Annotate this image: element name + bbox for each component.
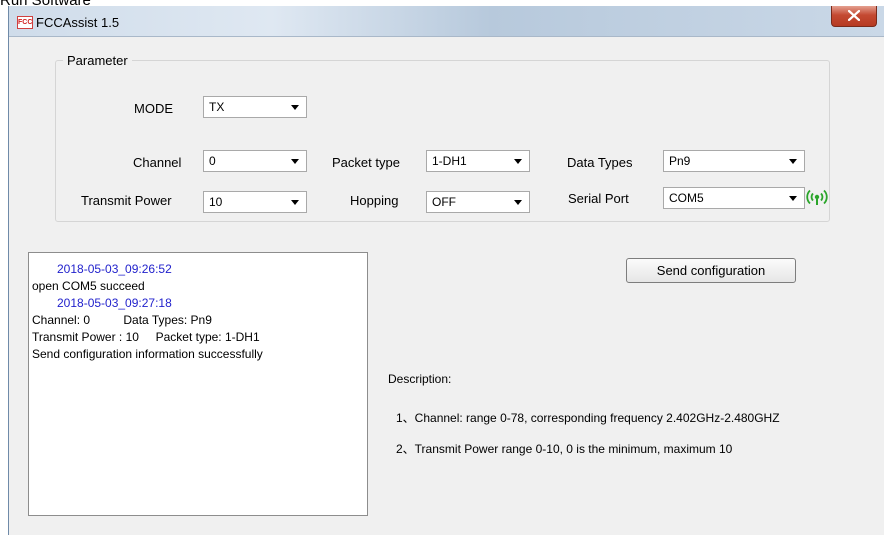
packet-type-select[interactable]: 1-DH1 [426,150,530,172]
channel-value: 0 [209,154,216,168]
chevron-down-icon [514,159,522,164]
log-line: Transmit Power : 10 Packet type: 1-DH1 [32,330,260,344]
mode-label: MODE [134,101,173,116]
log-line: Send configuration information successfu… [32,347,263,361]
mode-value: TX [209,100,225,114]
channel-label: Channel [133,155,182,170]
serial-port-select[interactable]: COM5 [663,187,805,209]
log-timestamp: 2018-05-03_09:26:52 [57,262,172,276]
log-timestamp: 2018-05-03_09:27:18 [57,296,172,310]
transmit-power-value: 10 [209,195,223,209]
description-title: Description: [388,372,452,386]
log-line: open COM5 succeed [32,279,145,293]
serial-port-value: COM5 [669,191,704,205]
chevron-down-icon [514,200,522,205]
log-line: Channel: 0 Data Types: Pn9 [32,313,212,327]
hopping-value: OFF [432,195,456,209]
packet-type-value: 1-DH1 [432,154,467,168]
chevron-down-icon [291,159,299,164]
data-types-label: Data Types [567,155,633,170]
send-configuration-button[interactable]: Send configuration [626,258,796,283]
window-title: FCCAssist 1.5 [36,15,120,30]
log-output[interactable]: 2018-05-03_09:26:52 open COM5 succeed 20… [28,252,368,516]
chevron-down-icon [789,159,797,164]
parameter-group-label: Parameter [63,53,132,68]
transmit-power-label: Transmit Power [81,193,172,208]
description-item: 1、Channel: range 0-78, corresponding fre… [396,411,780,425]
chevron-down-icon [291,105,299,110]
packet-type-label: Packet type [332,155,400,170]
title-bar[interactable]: FCC FCCAssist 1.5 [9,6,884,37]
app-logo-icon: FCC [17,16,33,29]
data-types-value: Pn9 [669,154,691,168]
hopping-label: Hopping [350,193,399,208]
description-item: 2、Transmit Power range 0-10, 0 is the mi… [396,442,733,456]
wifi-signal-icon [806,189,828,205]
chevron-down-icon [789,196,797,201]
mode-select[interactable]: TX [203,96,307,118]
close-button[interactable] [831,6,877,27]
close-icon [848,10,860,21]
chevron-down-icon [291,200,299,205]
serial-port-label: Serial Port [568,191,629,206]
data-types-select[interactable]: Pn9 [663,150,805,172]
hopping-select[interactable]: OFF [426,191,530,213]
transmit-power-select[interactable]: 10 [203,191,307,213]
channel-select[interactable]: 0 [203,150,307,172]
